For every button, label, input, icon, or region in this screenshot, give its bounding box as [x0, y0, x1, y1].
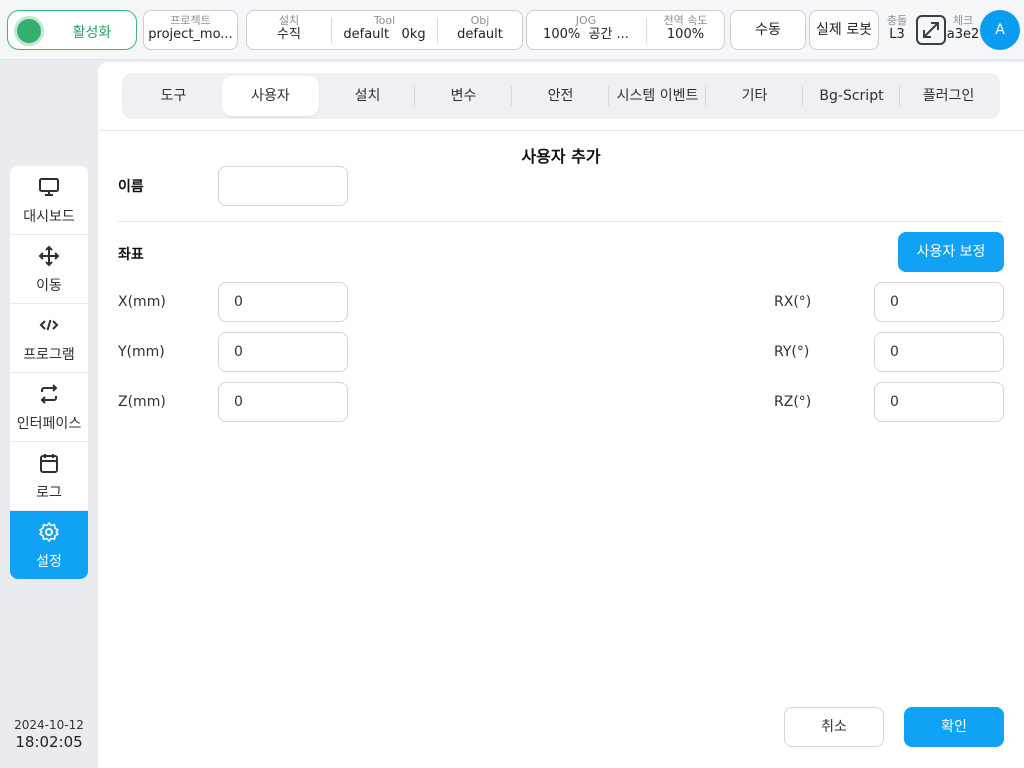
divider: [118, 221, 1003, 222]
sidebar-item-dashboard[interactable]: 대시보드: [10, 166, 88, 235]
collision-label: 충돌: [886, 14, 908, 27]
time-text: 18:02:05: [15, 733, 83, 751]
avatar[interactable]: A: [980, 10, 1020, 50]
rx-label: RX(°): [774, 294, 812, 310]
tab-system-events[interactable]: 시스템 이벤트: [609, 76, 706, 116]
jog-panel[interactable]: JOG 100% 공간 ... 전역 속도 100%: [526, 10, 725, 50]
rz-input[interactable]: [874, 382, 1004, 422]
x-label: X(mm): [118, 294, 166, 310]
ry-input[interactable]: [874, 332, 1004, 372]
swap-icon: [40, 384, 58, 404]
jog-speed: 100%: [543, 27, 581, 42]
tab-user[interactable]: 사용자: [222, 76, 319, 116]
install-label: 설치: [278, 14, 300, 27]
sidebar-item-label: 로그: [36, 485, 62, 501]
tab-plugin[interactable]: 플러그인: [900, 76, 997, 116]
jog-label: JOG: [575, 14, 597, 27]
collision-value: L3: [889, 27, 905, 42]
name-label: 이름: [118, 179, 144, 195]
jog-frame: 공간 ...: [588, 27, 629, 42]
sidebar-item-label: 프로그램: [23, 347, 75, 363]
sidebar-item-label: 설정: [36, 554, 62, 570]
tool-label: Tool: [373, 14, 396, 27]
check-indicator[interactable]: 체크 a3e2: [946, 14, 980, 43]
sidebar-item-log[interactable]: 로그: [10, 442, 88, 511]
name-input[interactable]: [218, 166, 348, 206]
sidebar-item-settings[interactable]: 설정: [10, 511, 88, 579]
sidebar-item-label: 대시보드: [23, 209, 75, 225]
gear-icon: [39, 522, 59, 542]
rz-label: RZ(°): [774, 394, 812, 410]
y-input[interactable]: [218, 332, 348, 372]
calendar-icon: [40, 454, 58, 473]
tab-safety[interactable]: 안전: [512, 76, 609, 116]
ry-label: RY(°): [774, 344, 810, 360]
confirm-button[interactable]: 확인: [904, 707, 1004, 747]
payload-value: 0kg: [401, 27, 426, 42]
coords-label: 좌표: [118, 247, 144, 263]
tab-other[interactable]: 기타: [706, 76, 803, 116]
move-icon: [38, 245, 60, 267]
real-robot-button[interactable]: 실제 로봇: [809, 10, 879, 50]
user-calibrate-button[interactable]: 사용자 보정: [898, 232, 1004, 272]
cancel-button[interactable]: 취소: [784, 707, 884, 747]
top-bar: 활성화 프로젝트 project_mo... 설치 수직 Tool defaul…: [0, 0, 1024, 60]
mode-button[interactable]: 수동: [730, 10, 806, 50]
tab-variables[interactable]: 변수: [415, 76, 512, 116]
project-value: project_mo...: [148, 27, 233, 42]
rx-input[interactable]: [874, 282, 1004, 322]
global-speed-value: 100%: [666, 27, 705, 42]
install-value: 수직: [277, 27, 301, 42]
sidebar-item-move[interactable]: 이동: [10, 235, 88, 304]
check-label: 체크: [952, 14, 974, 27]
sidebar-item-interface[interactable]: 인터페이스: [10, 373, 88, 442]
tab-install[interactable]: 설치: [319, 76, 416, 116]
page-title: 사용자 추가: [521, 147, 601, 166]
x-input[interactable]: [218, 282, 348, 322]
sidebar-item-program[interactable]: 프로그램: [10, 304, 88, 373]
project-selector[interactable]: 프로젝트 project_mo...: [143, 10, 238, 50]
power-status-icon: [17, 19, 41, 43]
obj-value: default: [457, 27, 503, 42]
code-icon: [39, 319, 59, 331]
tool-value: default: [343, 27, 390, 42]
settings-tabs: 도구 사용자 설치 변수 안전 시스템 이벤트 기타 Bg-Script 플러그…: [122, 73, 1000, 119]
expand-icon[interactable]: [916, 15, 946, 45]
power-toggle[interactable]: 활성화: [7, 10, 137, 50]
sidebar: 대시보드 이동 프로그램 인터페이스 로그 설정: [10, 166, 88, 579]
settings-panel: 도구 사용자 설치 변수 안전 시스템 이벤트 기타 Bg-Script 플러그…: [98, 62, 1024, 768]
power-label: 활성화: [72, 25, 112, 41]
collision-indicator[interactable]: 충돌 L3: [882, 14, 912, 43]
z-input[interactable]: [218, 382, 348, 422]
sidebar-item-label: 인터페이스: [16, 416, 82, 432]
check-value: a3e2: [946, 27, 980, 42]
install-panel[interactable]: 설치 수직 Tool default 0kg Obj default: [246, 10, 523, 50]
tab-tool[interactable]: 도구: [125, 76, 222, 116]
global-speed-label: 전역 속도: [663, 14, 708, 27]
date-text: 2024-10-12: [14, 718, 84, 732]
z-label: Z(mm): [118, 394, 166, 410]
monitor-icon: [39, 178, 59, 196]
sidebar-item-label: 이동: [36, 278, 62, 294]
project-label: 프로젝트: [170, 14, 211, 27]
clock: 2024-10-12 18:02:05: [10, 718, 88, 751]
y-label: Y(mm): [118, 344, 165, 360]
obj-label: Obj: [470, 14, 490, 27]
tab-bg-script[interactable]: Bg-Script: [803, 76, 900, 116]
